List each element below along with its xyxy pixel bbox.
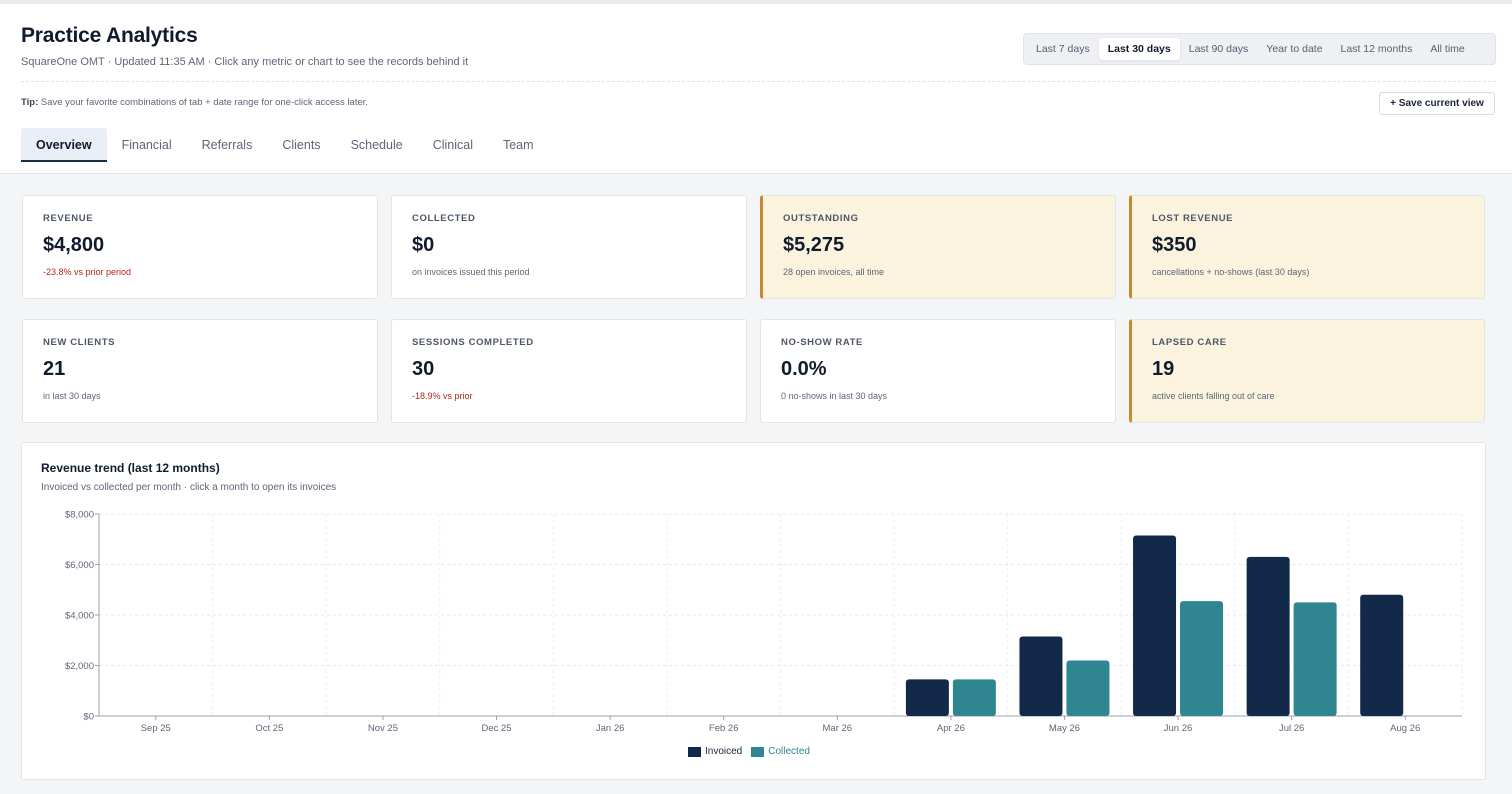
tip-label: Tip: bbox=[21, 97, 39, 108]
revenue-trend-chart-card: $0 $2,000 $4,000 $6,000 $8,000 Sep 25 Oct 25 No… bbox=[21, 442, 1486, 780]
tab-bar: Overview Financial Referrals Clients Sch… bbox=[21, 128, 549, 162]
metric-note: active clients falling out of care bbox=[1152, 391, 1275, 401]
metric-label: NEW CLIENTS bbox=[43, 337, 116, 348]
legend-label-collected: Collected bbox=[768, 746, 810, 757]
x-tick-label: Jun 26 bbox=[1164, 723, 1193, 734]
x-tick-label: Mar 26 bbox=[823, 723, 853, 734]
metric-label: NO-SHOW RATE bbox=[781, 337, 863, 348]
tab-team[interactable]: Team bbox=[488, 128, 549, 162]
metric-value: 19 bbox=[1152, 358, 1175, 380]
x-tick-label: Aug 26 bbox=[1390, 723, 1420, 734]
bar-collected-jul-26[interactable] bbox=[1293, 602, 1337, 716]
x-tick-label: May 26 bbox=[1049, 723, 1080, 734]
metric-note: 0 no-shows in last 30 days bbox=[781, 391, 888, 401]
legend-swatch-invoiced bbox=[688, 746, 701, 757]
metric-note: -23.8% vs prior period bbox=[43, 267, 132, 277]
y-tick-label: $2,000 bbox=[65, 661, 94, 672]
metric-value: $0 bbox=[412, 234, 435, 256]
bar-collected-apr-26[interactable] bbox=[952, 679, 996, 716]
metric-label: LAPSED CARE bbox=[1152, 337, 1227, 348]
legend-label-invoiced: Invoiced bbox=[705, 746, 743, 757]
metric-card-lapsed-care[interactable]: LAPSED CARE 19 active clients falling ou… bbox=[1129, 319, 1485, 423]
metric-card-outstanding[interactable]: OUTSTANDING $5,275 28 open invoices, all… bbox=[760, 195, 1116, 299]
range-last-90-days[interactable]: Last 90 days bbox=[1180, 38, 1258, 60]
metric-note: cancellations + no-shows (last 30 days) bbox=[1152, 267, 1310, 277]
range-last-12-months[interactable]: Last 12 months bbox=[1332, 38, 1422, 60]
x-tick-label: Nov 25 bbox=[368, 723, 398, 734]
tab-overview[interactable]: Overview bbox=[21, 128, 107, 162]
x-tick-label: Jul 26 bbox=[1279, 723, 1304, 734]
metric-label: OUTSTANDING bbox=[783, 213, 859, 224]
metric-value: 21 bbox=[43, 358, 66, 380]
metric-note: in last 30 days bbox=[43, 391, 101, 401]
metric-value: 30 bbox=[412, 358, 435, 380]
x-tick-label: Oct 25 bbox=[255, 723, 283, 734]
save-current-view-button[interactable]: + Save current view bbox=[1379, 92, 1495, 115]
chart-legend: Invoiced Collected bbox=[688, 746, 819, 757]
chart-title: Revenue trend (last 12 months) bbox=[41, 461, 220, 475]
range-last-30-days[interactable]: Last 30 days bbox=[1098, 38, 1180, 60]
range-all-time[interactable]: All time bbox=[1421, 38, 1473, 60]
y-tick-label: $8,000 bbox=[65, 510, 94, 521]
header-divider bbox=[21, 81, 1496, 82]
metric-card-sessions-completed[interactable]: SESSIONS COMPLETED 30 -18.9% vs prior bbox=[391, 319, 747, 423]
metric-card-collected[interactable]: COLLECTED $0 on invoices issued this per… bbox=[391, 195, 747, 299]
x-tick-label: Sep 25 bbox=[141, 723, 171, 734]
legend-swatch-collected bbox=[751, 746, 765, 757]
bar-invoiced-jun-26[interactable] bbox=[1133, 535, 1177, 716]
bar-invoiced-may-26[interactable] bbox=[1019, 636, 1063, 716]
date-range-selector: Last 7 days Last 30 days Last 90 days Ye… bbox=[1023, 33, 1496, 65]
metric-label: SESSIONS COMPLETED bbox=[412, 337, 534, 348]
bar-invoiced-aug-26[interactable] bbox=[1360, 594, 1404, 716]
range-year-to-date[interactable]: Year to date bbox=[1257, 38, 1331, 60]
metric-label: LOST REVENUE bbox=[1152, 213, 1234, 224]
bar-collected-may-26[interactable] bbox=[1066, 660, 1110, 716]
page-subtitle: SquareOne OMT · Updated 11:35 AM · Click… bbox=[21, 56, 469, 68]
bar-invoiced-apr-26[interactable] bbox=[905, 679, 949, 716]
metric-note: 28 open invoices, all time bbox=[783, 267, 885, 277]
tip-text: Tip: Save your favorite combinations of … bbox=[21, 97, 368, 108]
tip-body: Save your favorite combinations of tab +… bbox=[38, 97, 369, 108]
tab-schedule[interactable]: Schedule bbox=[336, 128, 418, 162]
tab-referrals[interactable]: Referrals bbox=[187, 128, 268, 162]
range-last-7-days[interactable]: Last 7 days bbox=[1027, 38, 1099, 60]
tab-financial[interactable]: Financial bbox=[107, 128, 187, 162]
y-tick-label: $6,000 bbox=[65, 560, 94, 571]
metric-note: on invoices issued this period bbox=[412, 267, 530, 277]
metric-value: $350 bbox=[1152, 234, 1197, 256]
tab-clinical[interactable]: Clinical bbox=[418, 128, 488, 162]
x-tick-label: Feb 26 bbox=[709, 723, 739, 734]
metric-label: COLLECTED bbox=[412, 213, 476, 224]
bar-invoiced-jul-26[interactable] bbox=[1246, 556, 1290, 716]
metric-label: REVENUE bbox=[43, 213, 94, 224]
metric-value: $5,275 bbox=[783, 234, 845, 256]
metric-card-revenue[interactable]: REVENUE $4,800 -23.8% vs prior period bbox=[22, 195, 378, 299]
page-title: Practice Analytics bbox=[21, 24, 198, 47]
metric-value: 0.0% bbox=[781, 358, 827, 380]
bar-collected-jun-26[interactable] bbox=[1180, 601, 1224, 716]
x-tick-label: Jan 26 bbox=[596, 723, 625, 734]
metric-card-lost-revenue[interactable]: LOST REVENUE $350 cancellations + no-sho… bbox=[1129, 195, 1485, 299]
revenue-trend-chart: $0 $2,000 $4,000 $6,000 $8,000 Sep 25 Oct 25 No… bbox=[65, 510, 1463, 734]
metric-value: $4,800 bbox=[43, 234, 105, 256]
legend-item-collected[interactable]: Collected bbox=[751, 746, 810, 757]
y-tick-label: $0 bbox=[83, 712, 94, 723]
y-tick-label: $4,000 bbox=[65, 611, 94, 622]
metric-card-new-clients[interactable]: NEW CLIENTS 21 in last 30 days bbox=[22, 319, 378, 423]
metric-card-no-show-rate[interactable]: NO-SHOW RATE 0.0% 0 no-shows in last 30 … bbox=[760, 319, 1116, 423]
x-tick-label: Dec 25 bbox=[481, 723, 511, 734]
x-tick-label: Apr 26 bbox=[937, 723, 965, 734]
tab-clients[interactable]: Clients bbox=[267, 128, 335, 162]
metric-note: -18.9% vs prior bbox=[412, 391, 473, 401]
page-header: Practice Analytics SquareOne OMT · Updat… bbox=[0, 4, 1512, 174]
chart-subtitle: Invoiced vs collected per month · click … bbox=[41, 482, 337, 493]
legend-item-invoiced[interactable]: Invoiced bbox=[688, 746, 742, 757]
